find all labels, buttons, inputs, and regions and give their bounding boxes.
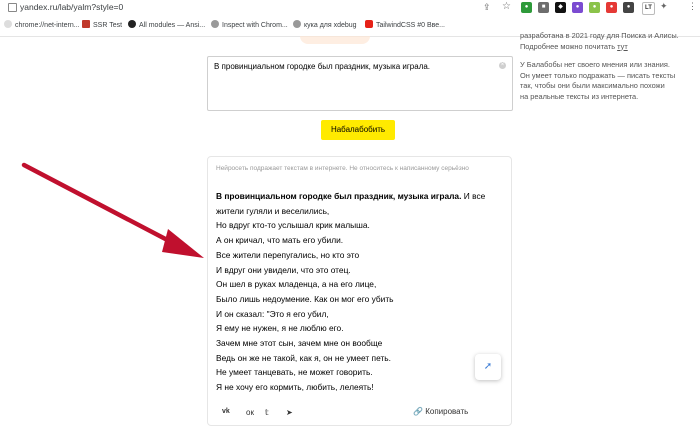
prompt-input[interactable]: В провинциальном городке был праздник, м… <box>207 56 513 111</box>
bookmark-label: All modules — Ansi... <box>139 22 206 29</box>
copy-button[interactable]: 🔗 Копировать <box>413 407 468 416</box>
vk-share-icon[interactable]: vk <box>222 408 230 415</box>
youtube-icon <box>365 20 373 28</box>
bookmark-label: Inspect with Chrom... <box>222 22 288 29</box>
bookmark-item[interactable]: All modules — Ansi... <box>128 20 205 29</box>
extension-green-icon[interactable]: ● <box>521 2 532 13</box>
clear-icon[interactable]: × <box>499 62 506 69</box>
generated-line: Но вдруг кто-то услышал крик малыша. <box>216 220 370 231</box>
generated-lead: В провинциальном городке был праздник, м… <box>216 191 462 201</box>
sidebar-text: Он умеет только подражать — писать текст… <box>520 70 676 80</box>
sidebar-text: разработана в 2021 году для Поиска и Али… <box>520 31 679 40</box>
generated-text: В провинциальном городке был праздник, м… <box>216 189 504 395</box>
bookmark-star-icon[interactable]: ☆ <box>502 1 511 12</box>
bookmark-label: TailwindCSS #0 Вве... <box>376 22 446 29</box>
globe-icon <box>4 20 12 28</box>
odnoklassniki-share-icon[interactable]: ок <box>246 408 254 417</box>
extension-lt-icon[interactable]: LT <box>642 2 655 15</box>
page-content: В провинциальном городке был праздник, м… <box>0 31 700 426</box>
bookmark-label: кука для xdebug <box>304 22 357 29</box>
bookmark-label: chrome://net-intern... <box>15 22 80 29</box>
generated-line: Зачем мне этот сын, зачем мне он вообще <box>216 338 383 349</box>
share-icon[interactable]: ⇪ <box>483 2 491 13</box>
generated-line: Я не хочу его кормить, любить, лелеять! <box>216 382 374 393</box>
prompt-input-text[interactable]: В провинциальном городке был праздник, м… <box>214 62 430 71</box>
bookmark-item[interactable]: TailwindCSS #0 Вве... <box>365 20 445 29</box>
extension-black-icon[interactable]: ◆ <box>555 2 566 13</box>
sidebar-text: так, чтобы они были максимально похожи <box>520 81 665 90</box>
globe-icon <box>211 20 219 28</box>
url-text[interactable]: yandex.ru/lab/yalm?style=0 <box>20 2 123 12</box>
bookmark-label: SSR Test <box>93 22 123 29</box>
result-card: Нейросеть подражает текстам в интернете.… <box>207 156 512 426</box>
bookmark-item[interactable]: SSR Test <box>82 20 122 29</box>
bookmark-item[interactable]: Inspect with Chrom... <box>211 20 288 29</box>
copy-label: Копировать <box>425 407 469 416</box>
extension-purple-icon[interactable]: ● <box>572 2 583 13</box>
generated-line: Не умеет танцевать, не может говорить. <box>216 367 373 378</box>
scroll-up-button[interactable]: ➚ <box>475 354 501 380</box>
extension-red-icon[interactable]: ● <box>606 2 617 13</box>
puzzle-icon[interactable]: ✦ <box>660 1 668 12</box>
disclaimer-text: Нейросеть подражает текстам в интернете.… <box>216 165 469 172</box>
sidebar-text: на реальные тексты из интернета. <box>520 91 639 101</box>
address-bar[interactable]: yandex.ru/lab/yalm?style=0 ⇪ ☆ ● ■ ◆ ● ●… <box>0 0 700 16</box>
extension-gray-icon[interactable]: ■ <box>538 2 549 13</box>
ansible-icon <box>128 20 136 28</box>
generated-line: Ведь он же не такой, как я, он не умеет … <box>216 352 391 363</box>
sidebar-paragraph-1: разработана в 2021 году для Поиска и Али… <box>520 31 690 52</box>
generated-line: Все жители перепугались, но кто это <box>216 249 360 260</box>
page-info-icon[interactable] <box>8 3 17 12</box>
generated-line: Было лишь недоумение. Как он мог его уби… <box>216 293 394 304</box>
sidebar-paragraph-2: У Балабобы нет своего мнения или знания.… <box>520 60 690 102</box>
generated-line: Я ему не нужен, я не люблю его. <box>216 323 344 334</box>
bookmark-item[interactable]: кука для xdebug <box>293 20 357 29</box>
ssr-icon <box>82 20 90 28</box>
generated-line: Он шел в руках младенца, а на его лице, <box>216 279 377 290</box>
more-link[interactable]: тут <box>617 42 628 51</box>
link-icon: 🔗 <box>413 407 423 416</box>
generated-line: А он кричал, что мать его убили. <box>216 235 344 246</box>
sidebar-text: Подробнее можно почитать <box>520 41 618 51</box>
bookmark-item[interactable]: chrome://net-intern... <box>4 20 80 29</box>
telegram-share-icon[interactable]: ➤ <box>286 408 293 417</box>
extension-dark-icon[interactable]: ● <box>623 2 634 13</box>
sidebar-info: разработана в 2021 году для Поиска и Али… <box>520 31 690 102</box>
twitter-share-icon[interactable]: 𝕥 <box>265 408 269 417</box>
sidebar-text: У Балабобы нет своего мнения или знания. <box>520 60 670 69</box>
generated-line: И вдруг они увидели, что это отец. <box>216 264 351 275</box>
globe-icon <box>293 20 301 28</box>
menu-dots-icon[interactable]: ⋮ <box>688 1 697 12</box>
generated-line: И он сказал: "Это я его убил, <box>216 308 329 319</box>
extension-lime-icon[interactable]: ● <box>589 2 600 13</box>
generate-button[interactable]: Набалабобить <box>321 120 395 140</box>
